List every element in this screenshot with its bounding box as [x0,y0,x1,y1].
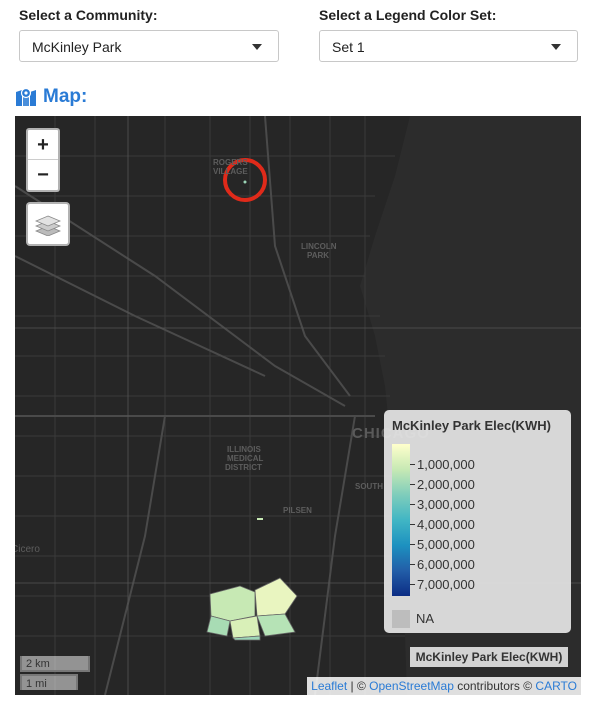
legend-na-label: NA [416,611,435,626]
map-heading-text: Map: [43,86,88,107]
legend-tick-label: 6,000,000 [417,557,475,572]
place-label: DISTRICT [225,463,262,472]
colorset-select[interactable]: Set 1 [319,30,578,62]
legend-tick-label: 3,000,000 [417,497,475,512]
legend-tick-label: 2,000,000 [417,477,475,492]
map-heading: Map: [15,86,87,108]
layer-toggle-label[interactable]: McKinley Park Elec(KWH) [410,647,568,667]
legend-title: McKinley Park Elec(KWH) [392,418,551,433]
legend-tick-label: 7,000,000 [417,577,475,592]
osm-link[interactable]: OpenStreetMap [369,679,454,693]
zoom-in-button[interactable]: + [28,130,58,160]
attribution-contrib: contributors © [453,679,536,693]
place-label: MEDICAL [227,454,264,463]
chevron-down-icon [252,44,262,50]
place-label: PARK [307,251,330,260]
legend-tick [410,564,415,565]
legend-tick [410,464,415,465]
legend-na-swatch [392,610,410,628]
map-icon [16,87,36,106]
community-label: Select a Community: [19,7,158,23]
legend-tick [410,504,415,505]
place-label: ILLINOIS [227,445,261,454]
carto-link[interactable]: CARTO [535,679,577,693]
zoom-control: + − [26,128,60,192]
community-select[interactable]: McKinley Park [19,30,279,62]
leaflet-link[interactable]: Leaflet [311,679,347,693]
legend-tick [410,524,415,525]
legend-color-bar [392,444,410,596]
community-choropleth [206,577,298,641]
legend-tick [410,484,415,485]
place-label: VILLAGE [213,167,248,176]
place-label: SOUTH [355,482,383,491]
legend-tick-label: 1,000,000 [417,457,475,472]
legend-tick [410,544,415,545]
map-canvas[interactable]: ROGERS VILLAGE LINCOLN PARK CHICAGO ILLI… [15,116,581,695]
place-label: PILSEN [283,506,312,515]
scale-bar-km: 2 km [20,656,90,672]
layers-icon [35,215,61,236]
attribution-separator: | © [347,679,370,693]
community-select-value: McKinley Park [32,39,122,55]
colorset-label: Select a Legend Color Set: [319,7,497,23]
map-legend: McKinley Park Elec(KWH) 1,000,000 2,000,… [384,410,571,633]
legend-tick [410,584,415,585]
place-label: Cicero [15,544,40,555]
chevron-down-icon [551,44,561,50]
colorset-select-value: Set 1 [332,39,365,55]
layers-button[interactable] [26,202,70,246]
place-label: LINCOLN [301,242,337,251]
scale-bar-mi: 1 mi [20,674,78,690]
zoom-out-button[interactable]: − [28,160,58,190]
place-label: ROGERS [213,158,248,167]
legend-tick-label: 5,000,000 [417,537,475,552]
map-attribution: Leaflet | © OpenStreetMap contributors ©… [307,677,581,695]
legend-tick-label: 4,000,000 [417,517,475,532]
